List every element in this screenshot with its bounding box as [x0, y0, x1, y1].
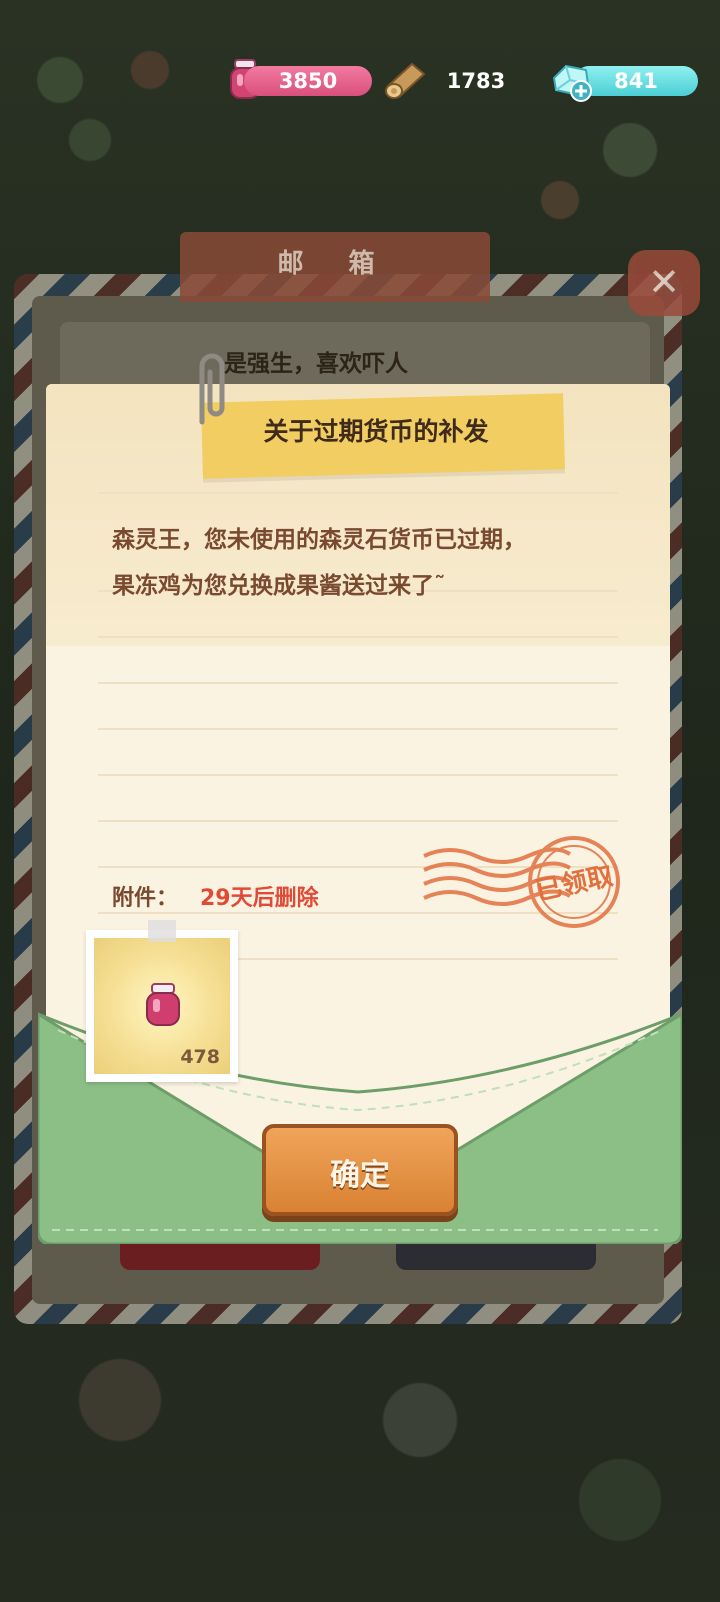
stamp-text: 已领取 [533, 860, 616, 907]
add-gem-button[interactable] [570, 80, 592, 106]
attachment-label: 附件： [112, 886, 179, 911]
mailbox-close-button[interactable]: ✕ [628, 250, 700, 316]
jam-jar-icon [144, 982, 182, 1032]
letter-rule [98, 492, 618, 494]
attachment-expiry: 29天后删除 [200, 886, 319, 911]
attachment-item-background: 478 [94, 938, 230, 1074]
attachment-item[interactable]: 478 [86, 930, 238, 1082]
wood-currency-counter: 1783 [446, 69, 506, 93]
tape-pin [148, 920, 176, 942]
confirm-button-label: 确定 [330, 1158, 390, 1193]
close-icon: ✕ [648, 260, 680, 304]
letter-rule [98, 636, 618, 638]
letter-rule [98, 728, 618, 730]
wood-log-icon [384, 60, 428, 104]
letter-title: 关于过期货币的补发 [263, 417, 489, 446]
letter-rule [98, 820, 618, 822]
letter-rule [98, 682, 618, 684]
paperclip-icon [186, 350, 236, 434]
letter-rule [98, 774, 618, 776]
jam-currency-counter: 3850 [244, 66, 372, 96]
letter-body-line: 森灵王，您未使用的森灵石货币已过期， [112, 527, 526, 553]
mail-list-item-preview: 是强生，喜欢吓人 [224, 351, 408, 377]
mailbox-title: 邮 箱 [180, 232, 490, 302]
letter-body-line: 果冻鸡为您兑换成果酱送过来了˜ [112, 573, 446, 599]
claimed-stamp-icon: 已领取 [420, 830, 630, 944]
attachment-item-quantity: 478 [180, 1046, 220, 1068]
confirm-button[interactable]: 确定 [262, 1124, 458, 1216]
